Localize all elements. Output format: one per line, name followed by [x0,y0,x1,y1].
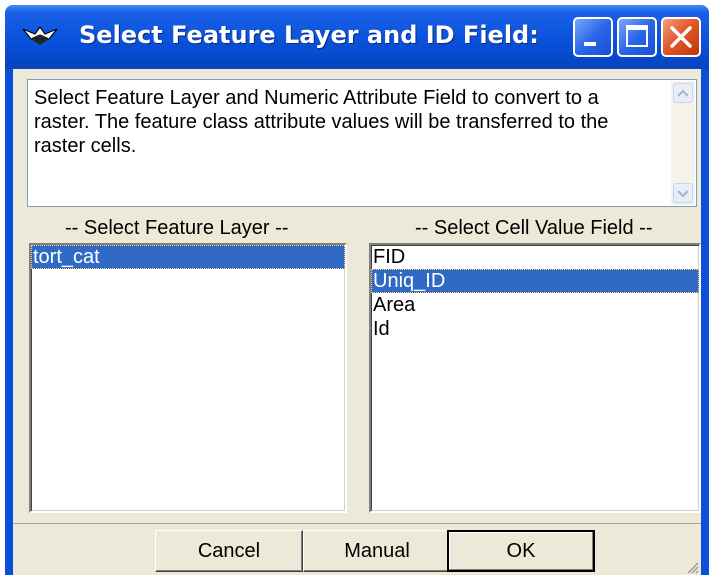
button-bar: Cancel Manual OK [13,523,701,576]
scroll-down-button[interactable] [673,183,693,203]
chevron-up-icon [677,89,689,97]
close-icon [670,26,692,48]
list-item-area[interactable]: Area [371,293,699,317]
description-box[interactable]: Select Feature Layer and Numeric Attribu… [27,79,697,207]
description-text: Select Feature Layer and Numeric Attribu… [34,87,609,157]
list-item-id[interactable]: Id [371,317,699,341]
minimize-icon [584,42,596,46]
list-item-uniq-id[interactable]: Uniq_ID [371,269,699,293]
manual-button[interactable]: Manual [303,530,451,572]
ok-button[interactable]: OK [447,530,595,572]
close-button[interactable] [661,17,701,57]
feature-layer-list[interactable]: tort_cat [29,243,347,513]
maximize-button[interactable] [617,17,657,57]
dialog-window: Select Feature Layer and ID Field: Selec… [5,5,709,575]
cell-value-field-header: -- Select Cell Value Field -- [415,217,653,239]
description-scrollbar[interactable] [671,81,695,205]
cancel-button[interactable]: Cancel [155,530,303,572]
feature-layer-header: -- Select Feature Layer -- [65,217,289,239]
app-icon [21,23,59,49]
list-item-tort-cat[interactable]: tort_cat [31,245,345,269]
list-item-fid[interactable]: FID [371,245,699,269]
window-title: Select Feature Layer and ID Field: [79,21,539,49]
maximize-icon [626,25,648,47]
scroll-up-button[interactable] [673,83,693,103]
cell-value-field-list[interactable]: FID Uniq_ID Area Id [369,243,701,513]
dialog-body: Select Feature Layer and Numeric Attribu… [13,69,701,575]
resize-grip-icon[interactable] [685,560,699,574]
title-bar[interactable]: Select Feature Layer and ID Field: [5,5,709,69]
minimize-button[interactable] [573,17,613,57]
chevron-down-icon [677,190,689,198]
